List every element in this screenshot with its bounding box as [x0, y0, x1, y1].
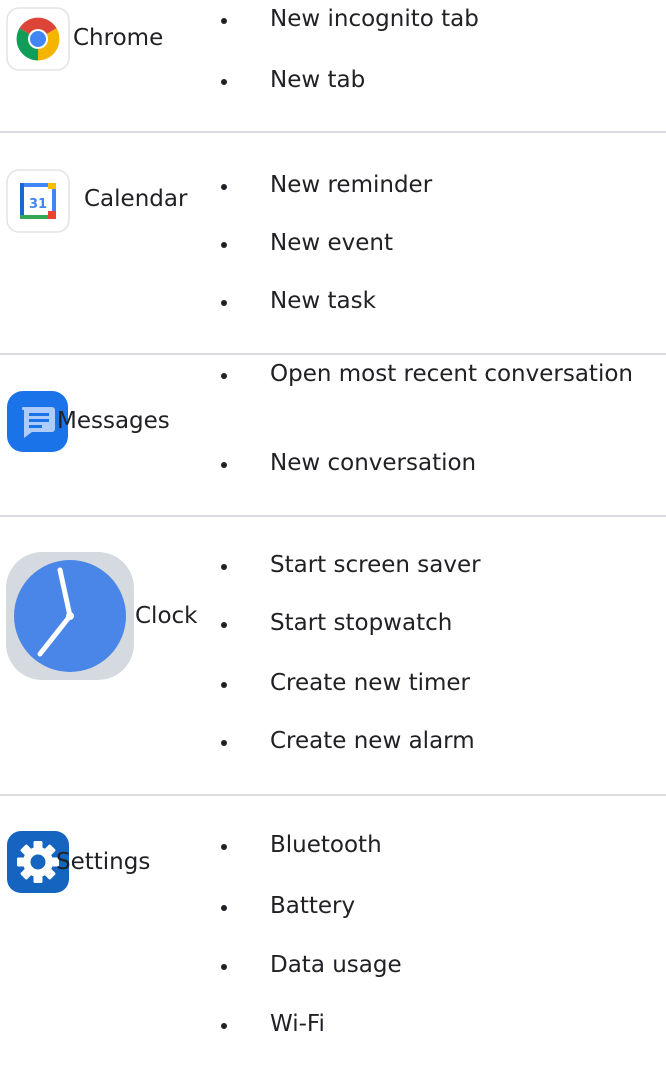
bullet: [221, 242, 227, 248]
app-name: Messages: [57, 408, 170, 434]
table-row-calendar: 31 Calendar New reminder New event New t…: [0, 133, 666, 353]
bullet: [221, 844, 227, 850]
action-label: New event: [270, 230, 393, 256]
bullet: [221, 905, 227, 911]
action-label: Create new alarm: [270, 728, 475, 754]
action-label: New incognito tab: [270, 6, 479, 32]
clock-icon: [4, 550, 136, 682]
action-label: New reminder: [270, 172, 433, 198]
bullet: [221, 462, 227, 468]
action-label: New tab: [270, 67, 366, 93]
bullet: [221, 682, 227, 688]
bullet: [221, 1023, 227, 1029]
action-label: Bluetooth: [270, 832, 382, 858]
table-row-settings: Settings Bluetooth Battery Data usage Wi…: [0, 796, 666, 1072]
bullet: [221, 964, 227, 970]
bullet: [221, 373, 227, 379]
calendar-date-text: 31: [29, 197, 47, 212]
action-label: Create new timer: [270, 670, 471, 696]
bullet: [221, 79, 227, 85]
action-label: Open most recent conversation: [270, 361, 633, 387]
action-label: Start stopwatch: [270, 610, 453, 636]
app-name: Calendar: [84, 186, 188, 212]
app-name: Clock: [135, 603, 198, 629]
bullet: [221, 300, 227, 306]
action-label: Wi-Fi: [270, 1011, 325, 1037]
table-row-clock: Clock Start screen saver Start stopwatch…: [0, 517, 666, 794]
bullet: [221, 184, 227, 190]
table-row-chrome: Chrome New incognito tab New tab: [0, 0, 666, 132]
action-label: New conversation: [270, 450, 477, 476]
bullet: [221, 740, 227, 746]
action-label: New task: [270, 288, 376, 314]
calendar-icon: 31: [6, 169, 70, 233]
action-label: Data usage: [270, 952, 402, 978]
action-label: Battery: [270, 893, 356, 919]
bullet: [221, 564, 227, 570]
bullet: [221, 622, 227, 628]
bullet: [221, 18, 227, 24]
action-label: Start screen saver: [270, 552, 481, 578]
app-name: Settings: [56, 849, 151, 875]
chrome-icon: [6, 7, 70, 71]
app-name: Chrome: [73, 25, 164, 51]
table-row-messages: Messages Open most recent conversation N…: [0, 355, 666, 515]
